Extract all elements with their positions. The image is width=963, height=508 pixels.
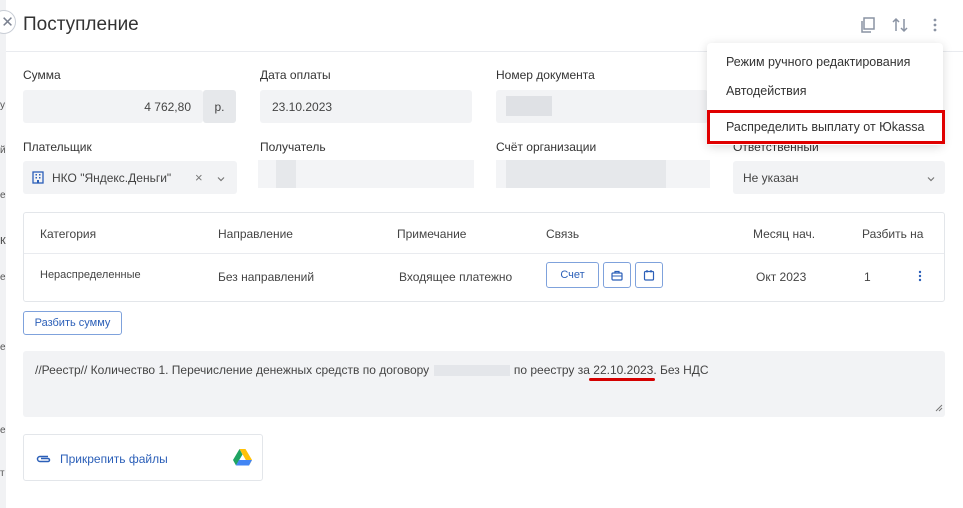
menu-item-highlight-box: [707, 110, 945, 144]
comment-part1: //Реестр// Количество 1. Перечисление де…: [35, 363, 430, 377]
background-glyph: к: [0, 232, 6, 247]
direction-select[interactable]: Без направлений: [218, 270, 314, 284]
resize-handle-icon[interactable]: [934, 401, 943, 415]
split-sum-button[interactable]: Разбить сумму: [23, 311, 122, 335]
menu-item-manual-edit[interactable]: Режим ручного редактирования: [726, 55, 910, 69]
payment-date-label: Дата оплаты: [260, 68, 331, 82]
sort-arrows-icon[interactable]: [890, 15, 910, 35]
doc-number-label: Номер документа: [496, 68, 595, 82]
copy-icon[interactable]: [858, 15, 878, 35]
date-highlight-underline: [589, 378, 655, 381]
background-glyph: й: [0, 145, 6, 156]
background-glyph: у: [0, 100, 5, 111]
amount-input[interactable]: 4 762,80: [23, 90, 203, 123]
background-glyph: е: [0, 342, 6, 353]
responsible-value: Не указан: [743, 170, 799, 185]
close-icon[interactable]: ✕: [0, 10, 16, 34]
background-glyph: т: [0, 468, 5, 479]
payment-date-input[interactable]: 23.10.2023: [260, 90, 472, 123]
paperclip-icon: [36, 453, 52, 467]
org-account-label: Счёт организации: [496, 140, 597, 154]
payment-date-value: 23.10.2023: [272, 99, 333, 114]
background-glyph: е: [0, 272, 6, 283]
distribution-table: Категория Направление Примечание Связь М…: [23, 212, 945, 302]
briefcase-icon[interactable]: [603, 262, 631, 288]
column-header-link: Связь: [546, 227, 580, 241]
payer-value: НКО "Яндекс.Деньги": [52, 170, 172, 185]
redacted-contract: [433, 365, 510, 377]
building-icon: [32, 171, 44, 184]
more-vertical-icon[interactable]: [925, 15, 945, 35]
currency-addon: р.: [203, 90, 236, 123]
invoice-link-button[interactable]: Счет: [546, 262, 599, 288]
redacted-doc-number: [506, 96, 552, 116]
comment-textarea[interactable]: //Реестр// Количество 1. Перечисление де…: [23, 351, 945, 417]
responsible-select[interactable]: Не указан: [733, 161, 945, 194]
column-header-split: Разбить на: [862, 227, 924, 241]
table-divider: [24, 253, 944, 254]
currency-label: р.: [214, 99, 225, 114]
split-sum-label: Разбить сумму: [34, 317, 111, 329]
background-glyph: е: [0, 190, 6, 201]
redacted-org-account: [506, 160, 666, 188]
clear-icon[interactable]: ×: [195, 170, 203, 185]
row-more-icon[interactable]: [918, 270, 922, 285]
google-drive-icon[interactable]: [233, 449, 252, 469]
month-select[interactable]: Окт 2023: [756, 270, 806, 284]
column-header-category: Категория: [40, 227, 97, 241]
amount-label: Сумма: [23, 68, 61, 82]
comment-part3: . Без НДС: [653, 363, 709, 377]
invoice-link-label: Счет: [560, 269, 585, 281]
chevron-down-icon[interactable]: [927, 172, 935, 186]
category-select[interactable]: Нераспределенные: [40, 269, 141, 281]
column-header-direction: Направление: [218, 227, 293, 241]
comment-date: 22.10.2023: [593, 363, 654, 377]
payer-select[interactable]: НКО "Яндекс.Деньги" ×: [23, 161, 237, 194]
split-count[interactable]: 1: [864, 270, 871, 284]
chevron-down-icon[interactable]: [217, 172, 225, 186]
recipient-label: Получатель: [260, 140, 326, 154]
attach-files-label: Прикрепить файлы: [60, 452, 168, 466]
payer-label: Плательщик: [23, 140, 92, 154]
comment-part2: по реестру за: [513, 363, 590, 377]
note-cell[interactable]: Входящее платежно: [399, 270, 512, 284]
comment-text: //Реестр// Количество 1. Перечисление де…: [35, 363, 709, 377]
column-header-note: Примечание: [397, 227, 467, 241]
redacted-recipient: [276, 160, 296, 188]
menu-item-autoactions[interactable]: Автодействия: [726, 84, 807, 98]
background-glyph: е: [0, 425, 6, 436]
attach-files-box[interactable]: Прикрепить файлы: [23, 434, 263, 481]
column-header-month: Месяц нач.: [753, 227, 816, 241]
calendar-icon[interactable]: [635, 262, 663, 288]
page-title: Поступление: [23, 14, 139, 35]
amount-value: 4 762,80: [144, 99, 191, 114]
